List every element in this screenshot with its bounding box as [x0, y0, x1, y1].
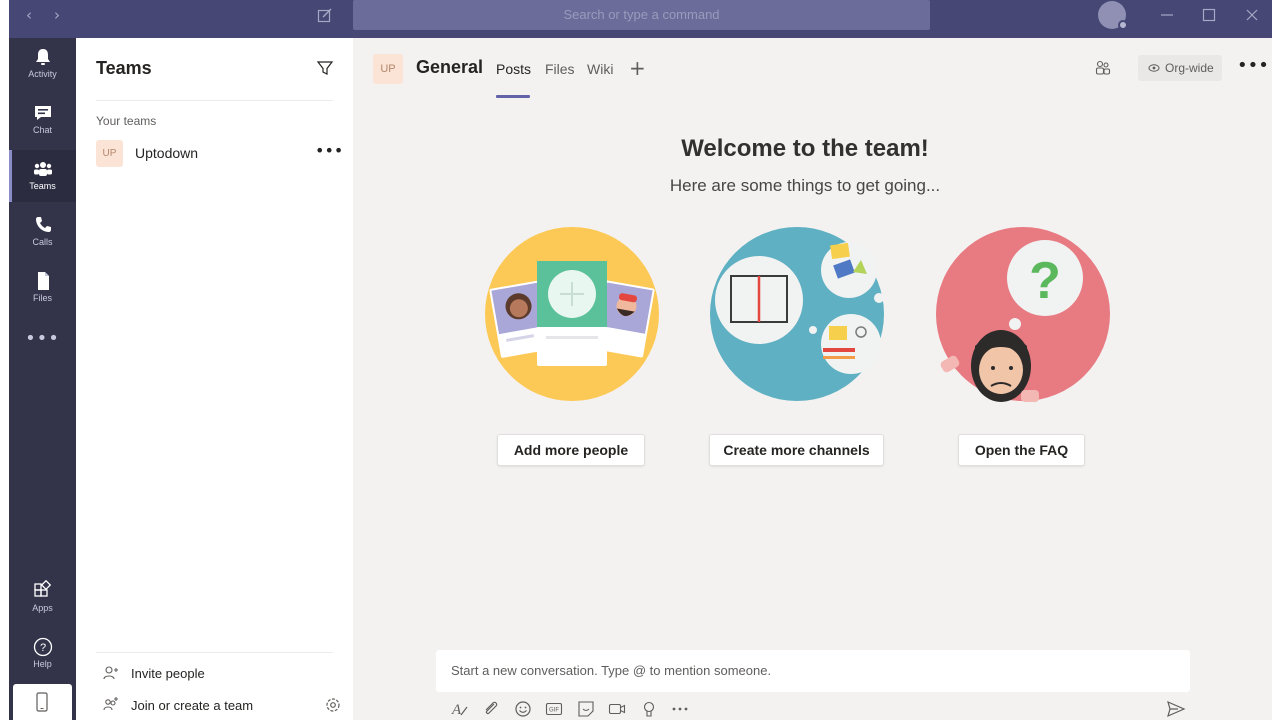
user-avatar[interactable]: [1098, 1, 1128, 30]
emoji-icon[interactable]: [513, 699, 533, 719]
rail-label: Calls: [32, 237, 53, 247]
compose-icon[interactable]: [317, 7, 333, 23]
mobile-icon: [36, 692, 48, 712]
create-more-channels-button[interactable]: Create more channels: [709, 434, 884, 466]
rail-label: Chat: [32, 125, 52, 135]
team-avatar: UP: [96, 140, 123, 167]
compose-box[interactable]: Start a new conversation. Type @ to ment…: [436, 650, 1190, 692]
attach-icon[interactable]: [481, 699, 501, 719]
invite-icon: [103, 666, 118, 680]
join-create-team-button[interactable]: Join or create a team: [96, 694, 340, 718]
active-tab-indicator: [496, 95, 530, 98]
invite-people-button[interactable]: Invite people: [96, 662, 333, 686]
file-icon: [37, 272, 49, 290]
channel-name: General: [416, 57, 484, 77]
bell-icon: [35, 49, 50, 65]
invite-label: Invite people: [131, 666, 205, 681]
gif-icon[interactable]: GIF: [544, 699, 564, 719]
phone-icon: [35, 217, 51, 232]
tab-files[interactable]: Files: [545, 61, 575, 77]
tab-wiki[interactable]: Wiki: [587, 61, 613, 77]
rail-item-teams[interactable]: Teams: [9, 150, 76, 202]
rail-label: Apps: [32, 603, 53, 613]
mobile-app-button[interactable]: [13, 684, 72, 720]
team-members-icon[interactable]: [1094, 59, 1112, 77]
org-wide-badge[interactable]: Org-wide: [1138, 55, 1222, 81]
eye-icon: [1148, 64, 1160, 72]
filter-icon[interactable]: [316, 59, 334, 77]
faq-illustration: ?: [936, 227, 1110, 402]
sticker-icon[interactable]: [576, 699, 596, 719]
channel-header: UP General Posts Files Wiki + Org-wide •…: [353, 38, 1272, 100]
panel-title: Teams: [96, 58, 152, 78]
back-arrow-icon[interactable]: ‹: [21, 0, 37, 30]
title-bar: ‹ › Search or type a command: [9, 0, 1272, 38]
gear-icon[interactable]: [324, 696, 342, 714]
open-faq-button[interactable]: Open the FAQ: [958, 434, 1085, 466]
divider: [96, 100, 333, 101]
format-icon[interactable]: A: [450, 699, 470, 719]
more-options-icon[interactable]: [670, 699, 690, 719]
help-icon: ?: [33, 637, 52, 657]
teams-window: ‹ › Search or type a command Activity Ch…: [9, 0, 1272, 720]
rail-label: Activity: [28, 69, 57, 79]
create-channels-illustration: [710, 227, 884, 401]
org-wide-label: Org-wide: [1165, 61, 1214, 75]
join-team-icon: [103, 697, 118, 711]
forward-arrow-icon[interactable]: ›: [49, 0, 65, 30]
chat-icon: [34, 106, 51, 120]
app-rail: Activity Chat Teams Calls Files ••• Apps…: [9, 38, 76, 720]
welcome-subtitle: Here are some things to get going...: [669, 176, 941, 195]
section-label: Your teams: [96, 114, 157, 128]
search-input[interactable]: Search or type a command: [353, 0, 930, 30]
svg-text:GIF: GIF: [549, 708, 559, 714]
rail-item-calls[interactable]: Calls: [9, 206, 76, 258]
active-indicator: [9, 150, 12, 202]
team-name: Uptodown: [135, 145, 199, 161]
compose-placeholder: Start a new conversation. Type @ to ment…: [451, 663, 772, 678]
add-tab-icon[interactable]: +: [629, 56, 646, 80]
rail-item-apps[interactable]: Apps: [9, 572, 76, 624]
apps-icon: [33, 580, 51, 597]
more-options-icon[interactable]: •••: [1237, 55, 1269, 76]
rail-item-files[interactable]: Files: [9, 262, 76, 314]
presence-icon: [1118, 20, 1128, 30]
rail-label: Files: [32, 293, 52, 303]
rail-item-help[interactable]: ? Help: [9, 628, 76, 680]
team-item-uptodown[interactable]: UP Uptodown •••: [76, 138, 353, 170]
channel-avatar: UP: [373, 54, 403, 84]
close-icon[interactable]: [1244, 7, 1260, 23]
svg-text:?: ?: [39, 642, 45, 654]
more-apps-icon[interactable]: •••: [9, 328, 76, 349]
add-people-illustration: [485, 227, 659, 401]
svg-text:?: ?: [1029, 252, 1061, 310]
teams-panel: Teams Your teams UP Uptodown ••• Invite …: [76, 38, 353, 720]
rail-item-activity[interactable]: Activity: [9, 38, 76, 90]
more-options-icon[interactable]: •••: [315, 141, 343, 160]
praise-icon[interactable]: [639, 699, 659, 719]
divider: [96, 652, 333, 653]
minimize-icon[interactable]: [1159, 7, 1175, 23]
welcome-title: Welcome to the team!: [681, 135, 929, 162]
rail-label: Teams: [29, 181, 56, 191]
add-more-people-button[interactable]: Add more people: [497, 434, 645, 466]
join-label: Join or create a team: [131, 698, 254, 713]
tab-posts[interactable]: Posts: [496, 61, 531, 77]
send-icon[interactable]: [1166, 699, 1186, 719]
svg-text:A: A: [451, 702, 462, 718]
teams-icon: [33, 162, 52, 176]
maximize-icon[interactable]: [1201, 7, 1217, 23]
meet-now-icon[interactable]: [607, 699, 627, 719]
rail-label: Help: [33, 659, 52, 669]
rail-item-chat[interactable]: Chat: [9, 94, 76, 146]
